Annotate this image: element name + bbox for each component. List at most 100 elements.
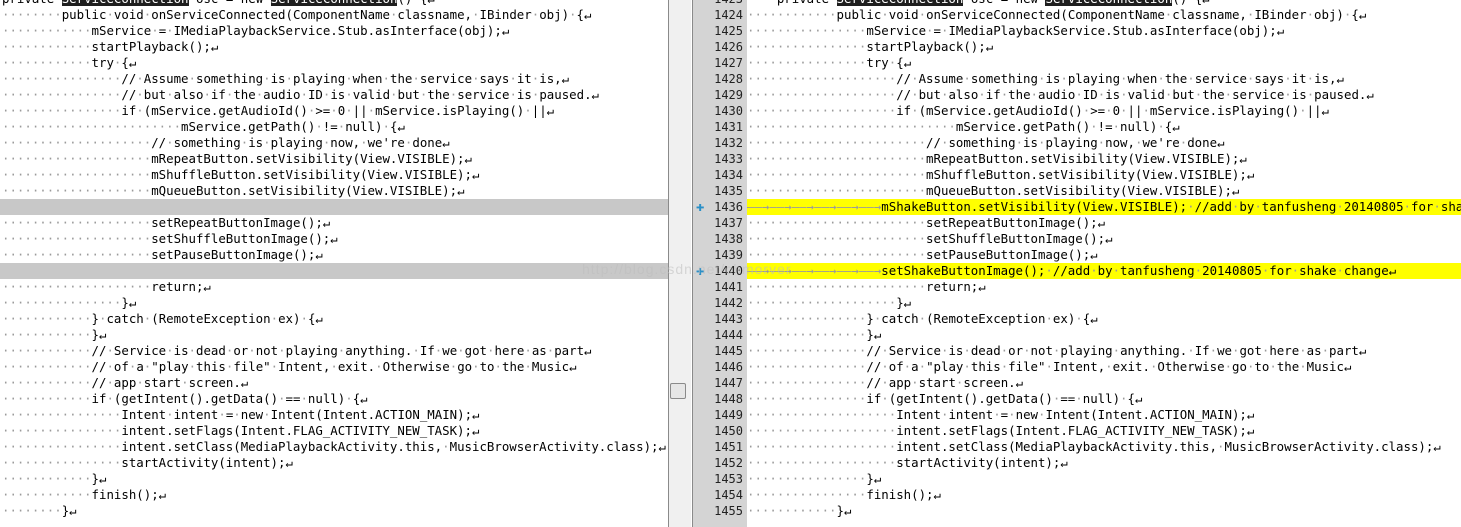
code-text: ····················setRepeatButtonImage…	[2, 215, 331, 230]
code-line: ············//·Service·is·dead·or·not·pl…	[0, 343, 668, 359]
code-text: ············}·catch·(RemoteException·ex)…	[2, 311, 323, 326]
code-line: 1430 ····················if·(mService.get…	[693, 103, 1461, 119]
code-text: ················Intent·intent·=·new·Inte…	[2, 407, 480, 422]
code-text: ············try·{↵	[2, 55, 137, 70]
code-line: 1450 ····················intent.setFlags(…	[693, 423, 1461, 439]
code-text: ············//·of·a·"play·this·file"·Int…	[2, 359, 577, 374]
line-number: 1455	[714, 504, 743, 518]
code-text: ················//·Assume·something·is·p…	[2, 71, 570, 86]
code-line: 1431 ····························mService…	[693, 119, 1461, 135]
code-text: ················if·(mService.getAudioId(…	[2, 103, 555, 118]
line-number: 1451	[714, 440, 743, 454]
code-text: ····················setShuffleButtonImag…	[2, 231, 338, 246]
line-number: 1438	[714, 232, 743, 246]
line-number: 1427	[714, 56, 743, 70]
code-line: ························mService.getPath…	[0, 119, 668, 135]
code-text: ················intent.setClass(MediaPla…	[2, 439, 666, 454]
code-line: ············finish();↵	[0, 487, 668, 503]
code-text: ························mShuffleButton.s…	[747, 167, 1255, 182]
code-text: ················if·(getIntent().getData(…	[747, 391, 1143, 406]
code-text: ····private·ServiceConnection·osc·=·new·…	[747, 0, 1210, 7]
code-line: ············}↵	[0, 471, 668, 487]
code-text: ············}↵	[2, 471, 107, 486]
line-number: 1440	[714, 264, 743, 278]
code-text: ············}↵	[2, 327, 107, 342]
code-text: ················}·catch·(RemoteException…	[747, 311, 1098, 326]
plus-icon[interactable]: ✚	[696, 264, 704, 278]
code-text: ····················//·but·also·if·the·a…	[747, 87, 1374, 102]
code-line: 1446 ················//·of·a·"play·this·f…	[693, 359, 1461, 375]
code-line: ········}↵	[0, 503, 668, 519]
code-text: ················startPlayback();↵	[747, 39, 994, 54]
code-text: ····················mQueueButton.setVisi…	[2, 183, 465, 198]
code-text: ················}↵	[747, 471, 882, 486]
code-text: ····················Intent·intent·=·new·…	[747, 407, 1255, 422]
code-text: ····················setPauseButtonImage(…	[2, 247, 323, 262]
code-text: ····················}↵	[747, 295, 912, 310]
code-line: 1432 ························//·something…	[693, 135, 1461, 151]
added-line: ✚ 1436 ——→——→——→——→——→——→mShakeButton.setV…	[693, 199, 1461, 215]
line-number: 1430	[714, 104, 743, 118]
code-line: 1433 ························mRepeatButto…	[693, 151, 1461, 167]
code-text: ····················//·Assume·something·…	[747, 71, 1344, 86]
pane-splitter[interactable]	[669, 0, 691, 527]
placeholder-line	[0, 199, 668, 215]
line-number: 1450	[714, 424, 743, 438]
code-text: ············mService·=·IMediaPlaybackSer…	[2, 23, 510, 38]
code-line: 1439 ························setPauseButt…	[693, 247, 1461, 263]
code-line: 1443 ················}·catch·(RemoteExcep…	[693, 311, 1461, 327]
code-line: ················intent.setFlags(Intent.F…	[0, 423, 668, 439]
code-line: 1434 ························mShuffleButt…	[693, 167, 1461, 183]
code-text: ················//·of·a·"play·this·file"…	[747, 359, 1352, 374]
code-line: ····················//·something·is·play…	[0, 135, 668, 151]
code-text: ····················if·(mService.getAudi…	[747, 103, 1329, 118]
line-number: 1444	[714, 328, 743, 342]
line-number: 1453	[714, 472, 743, 486]
code-text: ········}↵	[2, 503, 77, 518]
code-line: 1423 ····private·ServiceConnection·osc·=·…	[693, 0, 1461, 7]
code-text: ················//·but·also·if·the·audio…	[2, 87, 599, 102]
code-line: 1454 ················finish();↵	[693, 487, 1461, 503]
code-line: 1453 ················}↵	[693, 471, 1461, 487]
code-line: ············startPlayback();↵	[0, 39, 668, 55]
code-line: ············}↵	[0, 327, 668, 343]
line-number: 1435	[714, 184, 743, 198]
code-line: 1427 ················try·{↵	[693, 55, 1461, 71]
code-line: ················//·Assume·something·is·p…	[0, 71, 668, 87]
code-text: ················intent.setFlags(Intent.F…	[2, 423, 480, 438]
code-text: ························mRepeatButton.se…	[747, 151, 1247, 166]
line-number: 1423	[709, 0, 743, 7]
code-text: ························//·something·is·…	[747, 135, 1225, 150]
code-text: ················//·app·start·screen.↵	[747, 375, 1024, 390]
plus-icon[interactable]: ✚	[696, 200, 704, 214]
code-line: 1447 ················//·app·start·screen.…	[693, 375, 1461, 391]
line-number: 1433	[714, 152, 743, 166]
code-text: ········public·void·onServiceConnected(C…	[2, 7, 592, 22]
code-line: 1428 ····················//·Assume·someth…	[693, 71, 1461, 87]
left-compare-pane[interactable]: private·ServiceConnection·osc·=·new·Serv…	[0, 0, 668, 527]
code-text: ················}↵	[2, 295, 137, 310]
line-number: 1436	[714, 200, 743, 214]
code-text: ····················mShuffleButton.setVi…	[2, 167, 480, 182]
code-line: ····················setPauseButtonImage(…	[0, 247, 668, 263]
line-number: 1441	[714, 280, 743, 294]
code-text: ············if·(getIntent().getData()·==…	[2, 391, 368, 406]
code-text: ················try·{↵	[747, 55, 912, 70]
code-line: ················intent.setClass(MediaPla…	[0, 439, 668, 455]
code-text: ——→——→——→——→——→——→mShakeButton.setVisibi…	[747, 199, 1461, 215]
code-line: ····················mRepeatButton.setVis…	[0, 151, 668, 167]
code-text: ——→——→——→——→——→——→setShakeButtonImage();…	[747, 263, 1397, 279]
code-line: 1429 ····················//·but·also·if·t…	[693, 87, 1461, 103]
code-line: ············try·{↵	[0, 55, 668, 71]
code-text: ····················return;↵	[2, 279, 211, 294]
splitter-grip[interactable]	[670, 383, 686, 399]
code-line: ············}·catch·(RemoteException·ex)…	[0, 311, 668, 327]
code-line: ················Intent·intent·=·new·Inte…	[0, 407, 668, 423]
code-line: 1448 ················if·(getIntent().getD…	[693, 391, 1461, 407]
line-number: 1432	[714, 136, 743, 150]
right-compare-pane[interactable]: 1423 ····private·ServiceConnection·osc·=·…	[693, 0, 1461, 527]
code-text: private·ServiceConnection·osc·=·new·Serv…	[2, 0, 435, 6]
code-line: ····················return;↵	[0, 279, 668, 295]
line-number: 1446	[714, 360, 743, 374]
line-number: 1447	[714, 376, 743, 390]
